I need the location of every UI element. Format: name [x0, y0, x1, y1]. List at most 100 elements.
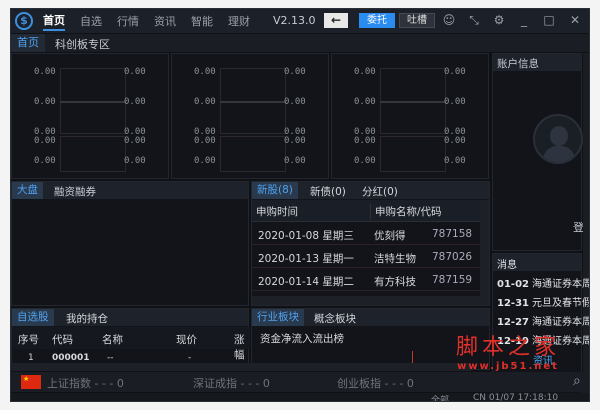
index-value: - - - 0	[240, 377, 270, 390]
right-scrollbar[interactable]	[583, 53, 589, 401]
tab-margin[interactable]: 融资融券	[54, 184, 96, 199]
subtab-star-market[interactable]: 科创板专区	[55, 36, 110, 52]
arrow-left-icon: ←	[330, 13, 342, 27]
title-bar: $ 首页 自选 行情 资讯 智能 理财 V2.13.0 ← 委托 吐槽 ☺ ⤡ …	[11, 9, 589, 33]
close-icon[interactable]: ✕	[567, 13, 583, 27]
ipo-name: 有方科技	[374, 276, 416, 288]
back-button[interactable]: ←	[324, 13, 348, 28]
index-bar: ★ 上证指数 - - - 0 深证成指 - - - 0 创业板指 - - - 0…	[11, 372, 589, 392]
left-axis-label: 0.00	[34, 136, 56, 146]
nav-smart[interactable]: 智能	[191, 13, 213, 29]
ipo-name: 优刻得	[374, 230, 406, 242]
ipo-header: 申购时间 申购名称/代码	[252, 200, 480, 222]
col-index: 序号	[18, 334, 39, 346]
tab-positions[interactable]: 我的持仓	[66, 311, 108, 326]
chart-baseline	[380, 101, 446, 103]
bottom-hscrollbar[interactable]	[11, 363, 471, 371]
table-row[interactable]: 2020-01-13 星期一 洁特生物 787026	[252, 246, 480, 268]
left-axis-label: 0.00	[194, 156, 216, 166]
mini-chart-3: 0.00 0.00 0.00 0.00 0.00 0.00 0.00 0.00 0.00 0.00	[331, 53, 489, 179]
right-axis-label: 0.00	[444, 67, 466, 77]
ipo-panel: 新股(8) 新债(0) 分红(0) 申购时间 申购名称/代码 2020-01-0…	[251, 181, 490, 306]
watchlist-panel: 自选股 我的持仓 序号 代码 名称 现价 涨幅 1 000001 -- -	[11, 308, 250, 370]
message-item[interactable]: 01-02 海通证券本周	[497, 275, 589, 290]
right-axis-label: 0.00	[444, 136, 466, 146]
subtab-home[interactable]: 首页	[11, 34, 45, 52]
nav-news[interactable]: 资讯	[154, 13, 176, 29]
cell-price: -	[188, 353, 192, 363]
tab-new-stocks[interactable]: 新股(8)	[252, 182, 298, 199]
ipo-code: 787158	[432, 228, 473, 240]
account-panel: 账户信息 登	[492, 53, 584, 251]
filter-label[interactable]: 全部	[431, 393, 449, 401]
app-window: $ 首页 自选 行情 资讯 智能 理财 V2.13.0 ← 委托 吐槽 ☺ ⤡ …	[10, 8, 590, 402]
mini-chart-1: 0.00 0.00 0.00 0.00 0.00 0.00 0.00 0.00 0.00 0.00	[11, 53, 169, 179]
message-date: 12-31	[497, 298, 529, 309]
sector-panel: 行业板块 概念板块 资金净流入流出榜	[251, 308, 490, 370]
index-value: - - - 0	[94, 377, 124, 390]
left-axis-label: 0.00	[354, 136, 376, 146]
table-row[interactable]: 2020-01-14 星期二 有方科技 787159	[252, 269, 480, 291]
index-name: 创业板指	[337, 377, 381, 390]
chart-volume-frame	[380, 136, 446, 172]
message-date: 01-02	[497, 279, 529, 290]
index-name: 深证成指	[193, 377, 237, 390]
version-label: V2.13.0	[273, 14, 316, 27]
ipo-scrollbar[interactable]	[480, 200, 489, 296]
index-sh[interactable]: 上证指数 - - - 0	[47, 375, 124, 391]
tab-market[interactable]: 大盘	[12, 182, 43, 199]
col-name: 名称	[102, 334, 123, 346]
sub-tab-bar: 首页 科创板专区	[11, 34, 589, 52]
right-axis-label: 0.00	[444, 156, 466, 166]
right-axis-label: 0.00	[124, 156, 146, 166]
col-date: 申购时间	[256, 206, 298, 218]
left-axis-label: 0.00	[354, 67, 376, 77]
message-text: 海通证券本周	[531, 317, 590, 328]
message-text: 元旦及春节假	[531, 298, 590, 309]
cell-name: --	[107, 353, 114, 363]
message-item[interactable]: 12-31 元旦及春节假	[497, 294, 590, 309]
nav-quotes[interactable]: 行情	[117, 13, 139, 29]
chat-icon[interactable]: ☺	[441, 13, 457, 27]
maximize-icon[interactable]: □	[541, 13, 557, 27]
minimize-icon[interactable]: _	[516, 13, 532, 27]
left-axis-label: 0.00	[194, 97, 216, 107]
cell-code: 000001	[52, 353, 90, 363]
tab-watchlist[interactable]: 自选股	[12, 309, 54, 326]
table-row[interactable]: 2020-01-08 星期三 优刻得 787158	[252, 223, 480, 245]
left-axis-label: 0.00	[354, 97, 376, 107]
ipo-hscrollbar[interactable]	[252, 296, 489, 305]
right-axis-label: 0.00	[124, 97, 146, 107]
tab-new-bonds[interactable]: 新债(0)	[310, 184, 346, 199]
main-nav: 首页 自选 行情 资讯 智能 理财	[43, 9, 250, 33]
nav-watchlist[interactable]: 自选	[80, 13, 102, 29]
left-axis-label: 0.00	[194, 67, 216, 77]
col-price: 现价	[176, 334, 197, 346]
right-axis-label: 0.00	[124, 136, 146, 146]
gear-icon[interactable]: ⚙	[491, 13, 507, 27]
tab-industry[interactable]: 行业板块	[252, 309, 304, 326]
mini-chart-2: 0.00 0.00 0.00 0.00 0.00 0.00 0.00 0.00 0.00 0.00	[171, 53, 329, 179]
nav-home[interactable]: 首页	[43, 12, 65, 31]
right-axis-label: 0.00	[284, 97, 306, 107]
ipo-date: 2020-01-14 星期二	[258, 276, 354, 288]
chart-baseline	[220, 101, 286, 103]
right-axis-label: 0.00	[284, 136, 306, 146]
search-icon[interactable]: ⌕	[573, 373, 581, 389]
index-cy[interactable]: 创业板指 - - - 0	[337, 375, 414, 391]
shrink-icon[interactable]: ⤡	[466, 13, 482, 28]
index-sz[interactable]: 深证成指 - - - 0	[193, 375, 270, 391]
nav-finance[interactable]: 理财	[228, 13, 250, 29]
status-bar: 全部 CN 01/07 17:18:10	[11, 393, 589, 401]
ipo-code: 787159	[432, 274, 473, 286]
entrust-button[interactable]: 委托	[359, 13, 395, 28]
tab-dividends[interactable]: 分红(0)	[362, 184, 398, 199]
feedback-button[interactable]: 吐槽	[399, 13, 435, 28]
left-axis-label: 0.00	[34, 156, 56, 166]
avatar-icon[interactable]	[533, 114, 583, 164]
ipo-date: 2020-01-13 星期一	[258, 253, 354, 265]
col-code: 代码	[52, 334, 73, 346]
right-axis-label: 0.00	[124, 67, 146, 77]
tab-concept[interactable]: 概念板块	[314, 311, 356, 326]
message-item[interactable]: 12-27 海通证券本周	[497, 313, 590, 328]
